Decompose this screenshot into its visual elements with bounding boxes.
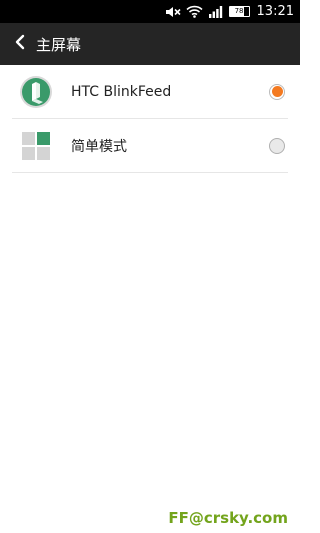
signal-icon bbox=[208, 5, 224, 18]
page-title: 主屏幕 bbox=[36, 35, 82, 54]
chevron-left-icon bbox=[14, 34, 26, 55]
screen: 78 13:21 主屏幕 HTC BlinkFeed 简单模式 FF@crsky… bbox=[0, 0, 300, 533]
battery-level: 78 bbox=[234, 7, 244, 15]
mute-icon bbox=[165, 6, 181, 18]
option-simple-mode[interactable]: 简单模式 bbox=[12, 119, 288, 173]
status-bar: 78 13:21 bbox=[0, 0, 300, 23]
clock: 13:21 bbox=[256, 4, 294, 19]
wifi-icon bbox=[185, 5, 203, 18]
option-label: HTC BlinkFeed bbox=[71, 83, 172, 100]
blinkfeed-icon bbox=[19, 75, 53, 109]
app-bar: 主屏幕 bbox=[0, 23, 300, 65]
home-screen-options-list: HTC BlinkFeed 简单模式 bbox=[0, 65, 300, 173]
simple-mode-grid-icon bbox=[19, 129, 53, 163]
radio-button-unselected[interactable] bbox=[269, 137, 285, 154]
status-icons: 78 13:21 bbox=[165, 0, 294, 23]
option-htc-blinkfeed[interactable]: HTC BlinkFeed bbox=[12, 65, 288, 119]
radio-button-selected[interactable] bbox=[269, 83, 285, 100]
radio-dot bbox=[271, 86, 283, 97]
back-button[interactable] bbox=[4, 23, 36, 65]
watermark: FF@crsky.com bbox=[168, 509, 288, 527]
option-label: 简单模式 bbox=[71, 138, 127, 155]
battery-icon: 78 bbox=[228, 6, 250, 17]
